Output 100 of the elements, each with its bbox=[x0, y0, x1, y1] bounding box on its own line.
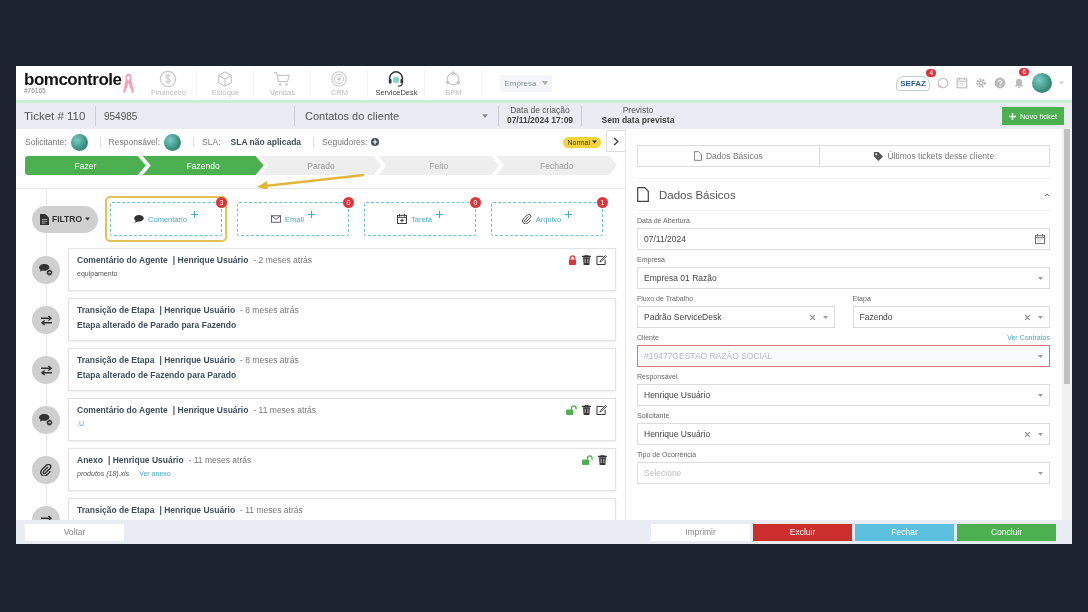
plus-icon bbox=[435, 210, 443, 218]
ticket-number: Ticket # 110 bbox=[16, 106, 96, 126]
edit-icon[interactable] bbox=[596, 255, 607, 265]
entry-title: Transição de Etapa bbox=[77, 305, 155, 315]
created-label: Data de criação bbox=[510, 106, 570, 116]
footer-button[interactable]: Concluir bbox=[957, 523, 1056, 541]
ticket-code: 954985 bbox=[96, 106, 295, 126]
paperclip-icon bbox=[40, 464, 52, 476]
entry-time: - 2 meses atrás bbox=[253, 255, 312, 265]
entry-author: | Henrique Usuário bbox=[172, 255, 249, 265]
calendar-icon[interactable] bbox=[1035, 234, 1045, 244]
scrollbar[interactable] bbox=[1062, 129, 1072, 520]
box-icon bbox=[216, 69, 235, 88]
edit-icon[interactable] bbox=[596, 405, 607, 415]
caret-icon bbox=[85, 217, 91, 221]
network-icon bbox=[444, 69, 463, 88]
caret-icon bbox=[1038, 354, 1043, 358]
headset-icon bbox=[387, 69, 406, 88]
contact-select[interactable]: Contatos do cliente bbox=[295, 106, 499, 126]
caret-icon bbox=[1038, 393, 1043, 397]
stage-step[interactable]: Parado bbox=[260, 156, 382, 175]
stage-step[interactable]: Fazendo bbox=[142, 156, 264, 175]
lock-icon[interactable] bbox=[568, 255, 577, 265]
entry-author: | Henrique Usuário bbox=[159, 305, 236, 315]
panel-tab[interactable]: Dados Básicos bbox=[638, 146, 819, 166]
company-select[interactable]: Empresa bbox=[500, 74, 553, 92]
clear-icon[interactable] bbox=[809, 314, 815, 320]
entry-title: Transição de Etapa bbox=[77, 505, 155, 515]
entry-time: - 11 meses atrás bbox=[188, 455, 252, 465]
entry-title: Anexo bbox=[77, 455, 103, 465]
filter-button[interactable]: FILTRO bbox=[32, 205, 98, 233]
panel-tab[interactable]: Últimos tickets desse cliente bbox=[818, 146, 1049, 166]
stage-step[interactable]: Feito bbox=[378, 156, 500, 175]
cart-icon bbox=[273, 69, 292, 88]
footer-button[interactable]: Imprimir bbox=[651, 523, 750, 541]
trash-icon[interactable] bbox=[598, 455, 607, 465]
target-icon bbox=[330, 69, 349, 88]
footer-button[interactable]: Excluir bbox=[753, 523, 852, 541]
chevron-icon[interactable] bbox=[1044, 192, 1050, 197]
select-field[interactable]: Henrique Usuário bbox=[637, 423, 1050, 445]
section-title: Dados Básicos bbox=[659, 188, 736, 201]
tag-icon bbox=[874, 151, 884, 161]
entry-author: | Henrique Usuário bbox=[172, 405, 249, 415]
select-field[interactable]: Henrique Usuário bbox=[637, 384, 1050, 406]
created-date: 07/11/2024 17:09 bbox=[506, 116, 574, 126]
assignee-avatar bbox=[164, 133, 182, 151]
caret-icon bbox=[592, 140, 597, 144]
caret-icon bbox=[542, 81, 549, 85]
collapse-button[interactable] bbox=[606, 130, 625, 152]
select-field[interactable]: Selecione bbox=[637, 462, 1050, 484]
transition-text: Etapa alterado de Parado para Fazendo bbox=[77, 320, 237, 330]
document-icon bbox=[637, 187, 649, 202]
entry-time: - 8 meses atrás bbox=[240, 355, 299, 365]
stage-step[interactable]: Fechado bbox=[496, 156, 617, 175]
footer-button[interactable]: Fechar bbox=[855, 523, 954, 541]
caret-icon bbox=[822, 315, 828, 319]
caret-icon bbox=[1038, 276, 1043, 280]
due-label: Previsto bbox=[622, 106, 654, 116]
clear-icon[interactable] bbox=[1025, 314, 1030, 320]
sla-label: SLA: bbox=[193, 137, 221, 147]
user-avatar[interactable] bbox=[1032, 73, 1052, 93]
add-follower-icon[interactable] bbox=[371, 138, 380, 146]
brand-logo: bomcontrole bbox=[24, 71, 122, 89]
ribbon-icon bbox=[123, 72, 135, 94]
trash-icon[interactable] bbox=[582, 405, 591, 415]
plus-icon bbox=[190, 210, 198, 218]
entry-time: - 11 meses atrás bbox=[253, 405, 317, 415]
document-icon bbox=[39, 213, 49, 225]
clear-icon[interactable] bbox=[1025, 431, 1030, 437]
trash-icon[interactable] bbox=[582, 255, 591, 265]
transition-text: Etapa alterado de Fazendo para Parado bbox=[77, 370, 237, 380]
dollar-icon bbox=[159, 69, 178, 88]
entry-title: Transição de Etapa bbox=[77, 355, 155, 365]
paperclip-icon bbox=[521, 214, 532, 224]
envelope-icon bbox=[271, 215, 282, 223]
swap-icon bbox=[39, 314, 53, 326]
unlock-icon[interactable] bbox=[566, 405, 577, 415]
caret-icon bbox=[1038, 315, 1043, 319]
date-field[interactable]: 07/11/2024 bbox=[637, 228, 1050, 250]
entry-author: | Henrique Usuário bbox=[108, 455, 184, 465]
calendar-plus-icon bbox=[397, 214, 408, 224]
back-button[interactable]: Voltar bbox=[25, 523, 124, 541]
entry-title: Comentário do Agente bbox=[77, 405, 168, 415]
unlock-icon[interactable] bbox=[582, 455, 593, 465]
select-field[interactable]: Empresa 01 Razão bbox=[637, 267, 1050, 289]
requester-avatar bbox=[70, 133, 88, 151]
entry-author: | Henrique Usuário bbox=[159, 355, 236, 365]
select-field[interactable]: Fazendo bbox=[852, 306, 1050, 328]
chevron-right-icon bbox=[613, 136, 619, 146]
due-date: Sem data prevista bbox=[601, 116, 675, 126]
assignee-label: Responsável: bbox=[99, 137, 161, 147]
entry-author: | Henrique Usuário bbox=[159, 505, 236, 515]
select-field[interactable]: Padrão ServiceDesk bbox=[637, 306, 835, 328]
entry-title: Comentário do Agente bbox=[77, 255, 168, 265]
plus-icon bbox=[307, 210, 315, 218]
sla-value: SLA não aplicada bbox=[230, 137, 302, 147]
stage-step[interactable]: Fazer bbox=[25, 156, 146, 175]
requester-label: Solicitante: bbox=[25, 137, 67, 147]
plus-icon bbox=[1008, 112, 1016, 120]
followers-label: Seguidores: bbox=[313, 137, 368, 147]
